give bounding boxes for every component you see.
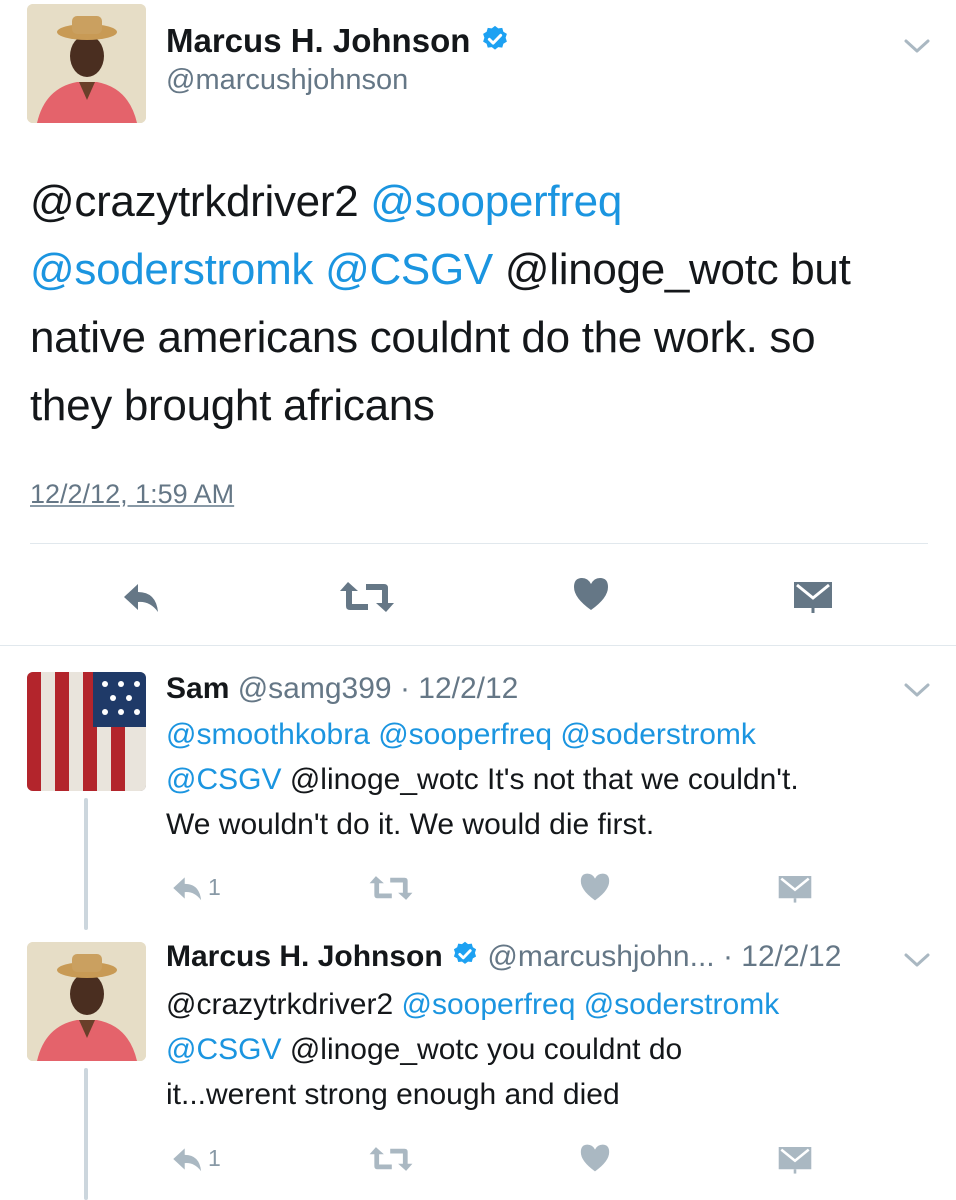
marcus-tweet-text: @crazytrkdriver2 @sooperfreq @soderstrom… — [166, 982, 936, 1117]
sam-tweet-text: @smoothkobra @sooperfreq @soderstromk @C… — [166, 712, 936, 847]
mention-soderstromk[interactable]: @soderstromk — [30, 245, 313, 294]
marcus-reply-avatar[interactable] — [27, 942, 146, 1061]
marcus-handle[interactable]: @marcushjohn... — [487, 940, 714, 973]
sam-text-line-3: We wouldn't do it. We would die first. — [166, 808, 655, 841]
reply-count: 1 — [208, 874, 221, 900]
reply-header-sam: Sam @samg399 · 12/2/12 — [166, 672, 518, 706]
chevron-down-icon[interactable] — [903, 952, 931, 973]
message-icon[interactable] — [792, 578, 834, 619]
marcus-text-line-3: it...werent strong enough and died — [166, 1078, 620, 1111]
retweet-icon[interactable] — [368, 1145, 414, 1178]
author-name[interactable]: Marcus H. Johnson — [166, 22, 510, 62]
like-icon[interactable] — [572, 576, 610, 617]
sam-avatar[interactable] — [27, 672, 146, 791]
mention-crazytrkdriver2[interactable]: @crazytrkdriver2 — [166, 988, 402, 1021]
marcus-date[interactable]: · 12/2/12 — [723, 940, 841, 973]
retweet-icon[interactable] — [368, 874, 414, 907]
chevron-down-icon[interactable] — [903, 38, 931, 59]
mention-linoge-text: @linoge_wotc but — [504, 245, 851, 294]
sam-handle[interactable]: @samg399 — [238, 672, 392, 705]
mention-csgv[interactable]: @CSGV — [166, 1033, 281, 1066]
marcus-text-line-2: @CSGV @linoge_wotc you couldnt do — [166, 1027, 936, 1072]
message-icon[interactable] — [777, 872, 813, 909]
marcus-display-name[interactable]: Marcus H. Johnson — [166, 940, 443, 973]
author-handle[interactable]: @marcushjohnson — [166, 64, 408, 97]
action-divider — [30, 543, 928, 544]
mention-csgv[interactable]: @CSGV — [166, 763, 281, 796]
mention-crazytrkdriver2[interactable]: @crazytrkdriver2 — [30, 177, 359, 226]
tweet-text: @crazytrkdriver2 @sooperfreq @soderstrom… — [30, 168, 930, 440]
marcus-mentions-link[interactable]: @sooperfreq @soderstromk — [402, 988, 780, 1021]
mention-csgv[interactable]: @CSGV — [325, 245, 493, 294]
reply-icon[interactable] — [170, 874, 206, 907]
mention-sooperfreq[interactable]: @sooperfreq — [370, 177, 622, 226]
tweet-text-line-3: native americans couldnt do the work. so — [30, 313, 816, 362]
tweet-text-line-4: they brought africans — [30, 381, 435, 430]
section-divider — [0, 645, 956, 646]
sam-text-line-2-rest: @linoge_wotc It's not that we couldn't. — [281, 763, 799, 796]
like-icon[interactable] — [579, 1143, 611, 1178]
sam-mentions-line[interactable]: @smoothkobra @sooperfreq @soderstromk — [166, 712, 936, 757]
author-avatar[interactable] — [27, 4, 146, 123]
thread-line — [84, 798, 88, 930]
reply-header-marcus: Marcus H. Johnson @marcushjohn... · 12/2… — [166, 940, 841, 976]
author-name-text[interactable]: Marcus H. Johnson — [166, 22, 470, 59]
marcus-text-line-1: @crazytrkdriver2 @sooperfreq @soderstrom… — [166, 982, 936, 1027]
reply-icon[interactable] — [120, 580, 164, 619]
reply-icon[interactable] — [170, 1145, 206, 1178]
retweet-icon[interactable] — [338, 580, 396, 619]
verified-badge-icon — [480, 24, 510, 62]
verified-badge-icon — [451, 940, 479, 976]
chevron-down-icon[interactable] — [903, 682, 931, 703]
sam-display-name[interactable]: Sam — [166, 672, 229, 705]
tweet-timestamp[interactable]: 12/2/12, 1:59 AM — [30, 479, 234, 510]
sam-text-line-2: @CSGV @linoge_wotc It's not that we coul… — [166, 757, 936, 802]
sam-date[interactable]: · 12/2/12 — [400, 672, 518, 705]
marcus-text-line-2-rest: @linoge_wotc you couldnt do — [281, 1033, 683, 1066]
thread-line — [84, 1068, 88, 1200]
tweet-text-line-2: @soderstromk @CSGV @linoge_wotc but — [30, 236, 930, 304]
tweet-text-line-1: @crazytrkdriver2 @sooperfreq — [30, 168, 930, 236]
reply-count: 1 — [208, 1145, 221, 1171]
like-icon[interactable] — [579, 872, 611, 907]
message-icon[interactable] — [777, 1143, 813, 1180]
